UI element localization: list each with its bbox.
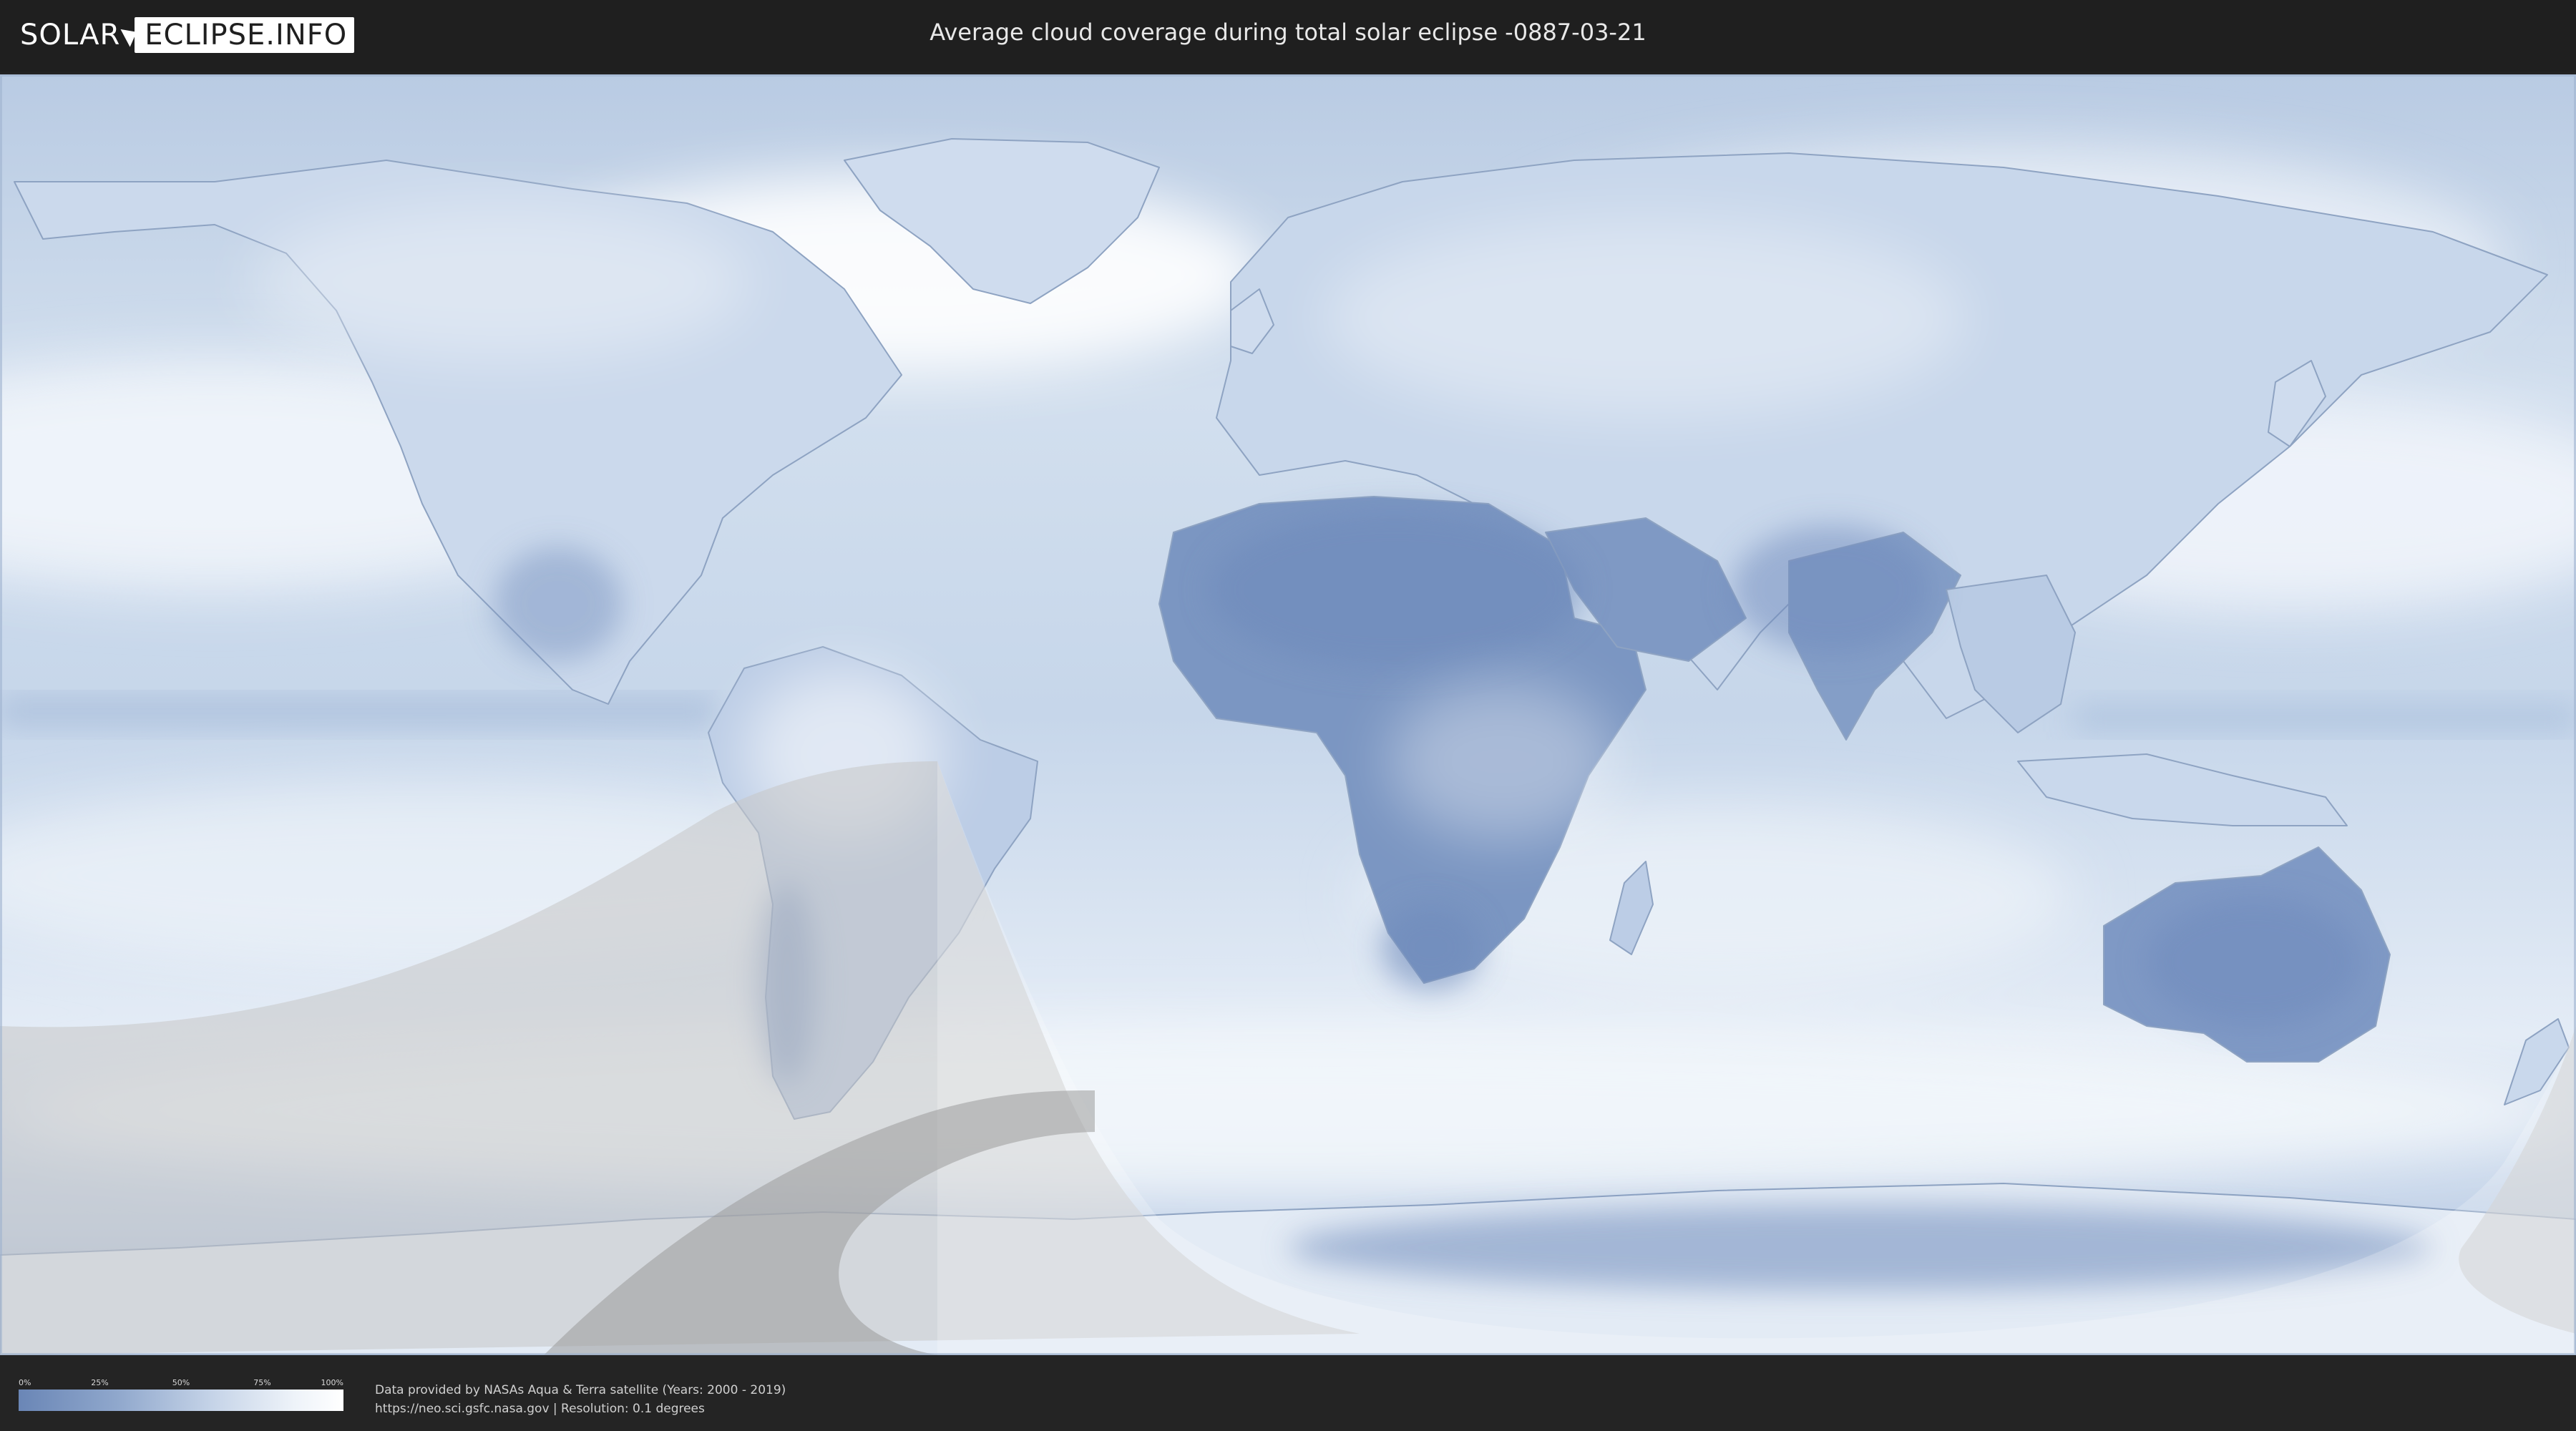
legend-color-bar (19, 1390, 343, 1411)
cloud-coverage-map (0, 74, 2576, 1355)
legend-ticks: 0% 25% 50% 75% 100% (19, 1378, 343, 1390)
data-credits: Data provided by NASAs Aqua & Terra sate… (375, 1381, 786, 1418)
legend-tick-0: 0% (19, 1378, 31, 1387)
credit-line-source: Data provided by NASAs Aqua & Terra sate… (375, 1383, 786, 1397)
cloud-coverage-legend: 0% 25% 50% 75% 100% (19, 1378, 343, 1411)
legend-tick-100: 100% (321, 1378, 343, 1387)
page: SOLAR ECLIPSE.INFO Average cloud coverag… (0, 0, 2576, 1431)
footer-bar: 0% 25% 50% 75% 100% Data provided by NAS… (0, 1355, 2576, 1431)
legend-tick-25: 25% (91, 1378, 109, 1387)
header-bar: SOLAR ECLIPSE.INFO Average cloud coverag… (0, 0, 2576, 72)
map-svg (0, 74, 2576, 1355)
page-title: Average cloud coverage during total sola… (930, 19, 1646, 46)
legend-tick-50: 50% (172, 1378, 190, 1387)
legend-tick-75: 75% (253, 1378, 271, 1387)
credit-line-url[interactable]: https://neo.sci.gsfc.nasa.gov | Resoluti… (375, 1400, 786, 1418)
